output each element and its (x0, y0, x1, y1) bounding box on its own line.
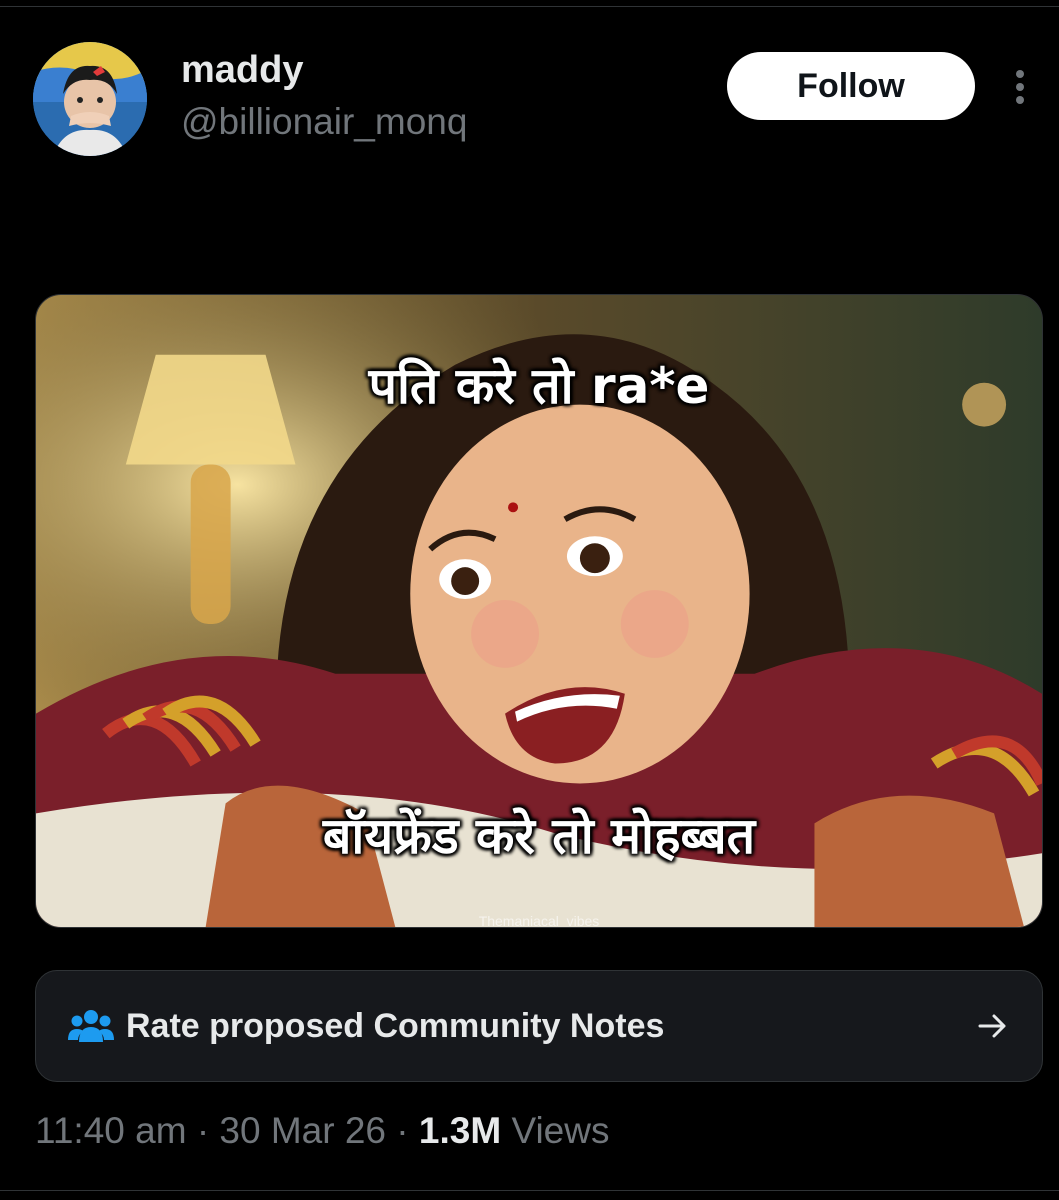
avatar[interactable] (33, 42, 147, 156)
meta-separator: · (196, 1110, 210, 1151)
post-image[interactable]: पति करे तो ra*e बॉयफ्रेंड करे तो मोहब्बत… (35, 294, 1043, 928)
follow-button[interactable]: Follow (727, 52, 975, 120)
post-time[interactable]: 11:40 am (35, 1110, 187, 1151)
bottom-divider (0, 1190, 1059, 1191)
community-notes-button[interactable]: Rate proposed Community Notes (35, 970, 1043, 1082)
author-handle[interactable]: @billionair_monq (181, 101, 467, 143)
views-label: Views (511, 1110, 610, 1151)
arrow-right-icon (978, 1014, 1006, 1038)
meme-caption-bottom: बॉयफ्रेंड करे तो मोहब्बत (322, 807, 756, 865)
post-meta: 11:40 am · 30 Mar 26 · 1.3M Views (35, 1110, 609, 1152)
views-count: 1.3M (418, 1110, 502, 1151)
author-name[interactable]: maddy (181, 49, 303, 92)
image-watermark: Themaniacal_vibes (478, 913, 600, 928)
community-notes-label: Rate proposed Community Notes (126, 1006, 665, 1045)
post-date[interactable]: 30 Mar 26 (219, 1110, 386, 1151)
avatar-image (33, 42, 147, 156)
meme-caption-top: पति करे तो ra*e (368, 357, 710, 415)
top-divider (0, 6, 1059, 7)
more-options-icon[interactable] (1009, 66, 1031, 106)
meta-separator: · (396, 1110, 409, 1151)
people-icon (68, 1010, 114, 1042)
